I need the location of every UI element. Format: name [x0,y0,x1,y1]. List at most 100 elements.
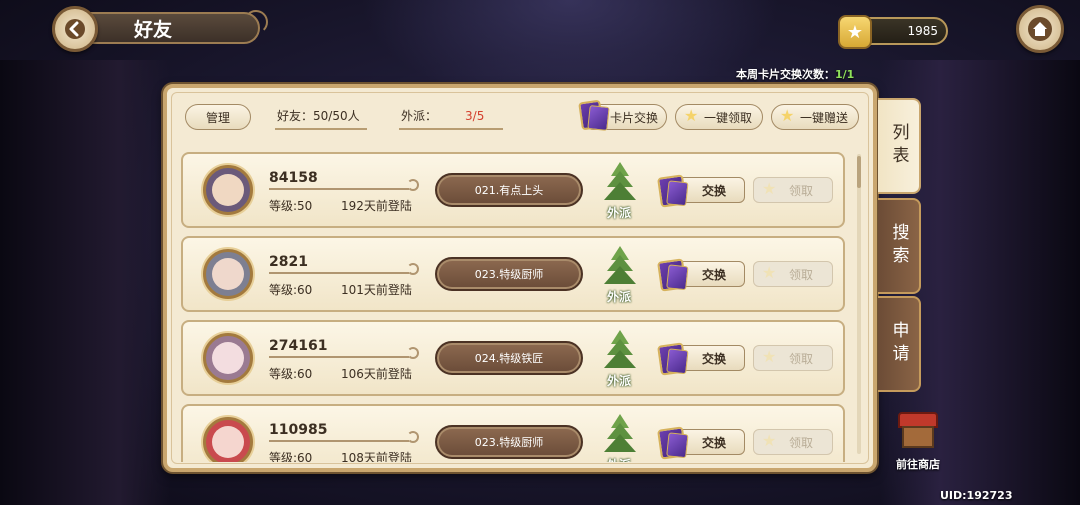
dispatch-value: 3/5 [465,109,485,123]
dispatch-count: 外派： 3/5 [401,107,484,124]
friend-count: 好友：50/50人 [277,109,360,123]
dispatch-count-underline [399,128,503,130]
card-exchange-icon [657,174,687,208]
name-curl-ornament [407,347,419,359]
name-underline [269,272,409,274]
card-name: 023.特级厨师 [474,436,544,449]
claim-label: 领取 [788,183,813,198]
last-login: 101天前登陆 [341,283,412,297]
tab-search[interactable]: 搜索 [878,198,921,294]
last-login: 106天前登陆 [341,367,412,381]
card-name: 023.特级厨师 [474,268,544,281]
tree-icon [603,414,637,462]
claim-label: 领取 [788,267,813,282]
friend-level: 等级:60 [269,451,313,462]
card-name: 021.有点上头 [474,184,544,197]
star-icon: ★ [684,106,699,125]
friend-count-underline [275,128,367,130]
avatar-face [212,174,244,206]
manage-label: 管理 [205,110,230,125]
avatar-face [212,258,244,290]
card-tag[interactable]: 023.特级厨师 [435,257,583,291]
toolbar: 管理 好友：50/50人 外派： 3/5 卡片交换 ★ 一键领取 ★ 一键赠送 [181,99,859,132]
last-login: 108天前登陆 [341,451,412,462]
card-exchange-icon [657,342,687,376]
avatar[interactable] [203,333,253,383]
claim-button[interactable]: ★ 领取 [753,345,833,371]
avatar-face [212,426,244,458]
card-name: 024.特级铁匠 [474,352,544,365]
card-tag[interactable]: 021.有点上头 [435,173,583,207]
dispatch-label: 外派： [401,109,438,123]
weekly-exchange-label: 本周卡片交换次数： [736,68,835,81]
exchange-label: 交换 [701,183,726,198]
tab-requests-label: 申请 [888,321,909,367]
claim-all-label: 一键领取 [703,110,752,125]
tab-search-label: 搜索 [888,223,909,269]
card-exchange-button[interactable]: 卡片交换 [578,99,667,131]
claim-button[interactable]: ★ 领取 [753,429,833,455]
home-button[interactable] [1016,5,1064,53]
claim-label: 领取 [788,435,813,450]
page-title: 好友 [134,18,173,41]
back-button[interactable] [52,6,98,52]
name-underline [269,440,409,442]
home-icon [1028,17,1052,41]
card-exchange-icon [657,426,687,460]
shop-icon [898,412,938,450]
claim-label: 领取 [788,351,813,366]
card-tag[interactable]: 023.特级厨师 [435,425,583,459]
friend-list: 84158 等级:50 192天前登陆 021.有点上头 外派 交换 ★ 领取 2… [179,152,847,462]
weekly-exchange-count: 本周卡片交换次数：1/1 [736,66,854,82]
friend-row: 2821 等级:60 101天前登陆 023.特级厨师 外派 交换 ★ 领取 [181,236,845,312]
friends-panel: 管理 好友：50/50人 外派： 3/5 卡片交换 ★ 一键领取 ★ 一键赠送 8… [163,84,877,472]
dispatch-status[interactable]: 外派 [607,288,631,305]
friend-level: 等级:60 [269,367,313,381]
name-curl-ornament [407,263,419,275]
star-icon: ★ [762,179,777,198]
background-curtain-left [0,60,170,505]
card-tag[interactable]: 024.特级铁匠 [435,341,583,375]
star-currency-icon: ★ [838,15,872,49]
friend-id: 110985 [269,422,328,438]
avatar[interactable] [203,165,253,215]
currency-amount: 1985 [907,24,938,38]
scrollbar-thumb[interactable] [857,156,861,188]
dispatch-status[interactable]: 外派 [607,204,631,221]
tab-list[interactable]: 列表 [878,98,921,194]
name-underline [269,356,409,358]
friend-row: 110985 等级:60 108天前登陆 023.特级厨师 外派 交换 ★ 领取 [181,404,845,462]
avatar[interactable] [203,417,253,462]
card-exchange-icon [657,258,687,292]
friend-row: 84158 等级:50 192天前登陆 021.有点上头 外派 交换 ★ 领取 [181,152,845,228]
friend-row: 274161 等级:60 106天前登陆 024.特级铁匠 外派 交换 ★ 领取 [181,320,845,396]
claim-button[interactable]: ★ 领取 [753,261,833,287]
currency-box[interactable]: ★ 1985 [838,15,948,49]
star-icon: ★ [762,431,777,450]
avatar[interactable] [203,249,253,299]
exchange-label: 交换 [701,435,726,450]
name-underline [269,188,409,190]
claim-all-button[interactable]: ★ 一键领取 [675,104,763,130]
claim-button[interactable]: ★ 领取 [753,177,833,203]
tab-requests[interactable]: 申请 [878,296,921,392]
player-uid: UID:192723 [940,489,1013,502]
manage-button[interactable]: 管理 [185,104,251,130]
last-login: 192天前登陆 [341,199,412,213]
dispatch-status[interactable]: 外派 [607,456,631,462]
star-icon: ★ [780,106,795,125]
exchange-label: 交换 [701,351,726,366]
go-to-shop-button[interactable]: 前往商店 [890,412,946,472]
shop-label: 前往商店 [896,458,940,471]
friend-level: 等级:50 [269,199,313,213]
name-curl-ornament [407,431,419,443]
star-icon: ★ [762,347,777,366]
friend-id: 2821 [269,254,308,270]
dispatch-status[interactable]: 外派 [607,372,631,389]
list-scrollbar[interactable] [857,154,861,454]
card-exchange-icon [578,99,604,131]
friend-id: 274161 [269,338,328,354]
tab-list-label: 列表 [888,123,909,169]
exchange-label: 交换 [701,267,726,282]
gift-all-button[interactable]: ★ 一键赠送 [771,104,859,130]
